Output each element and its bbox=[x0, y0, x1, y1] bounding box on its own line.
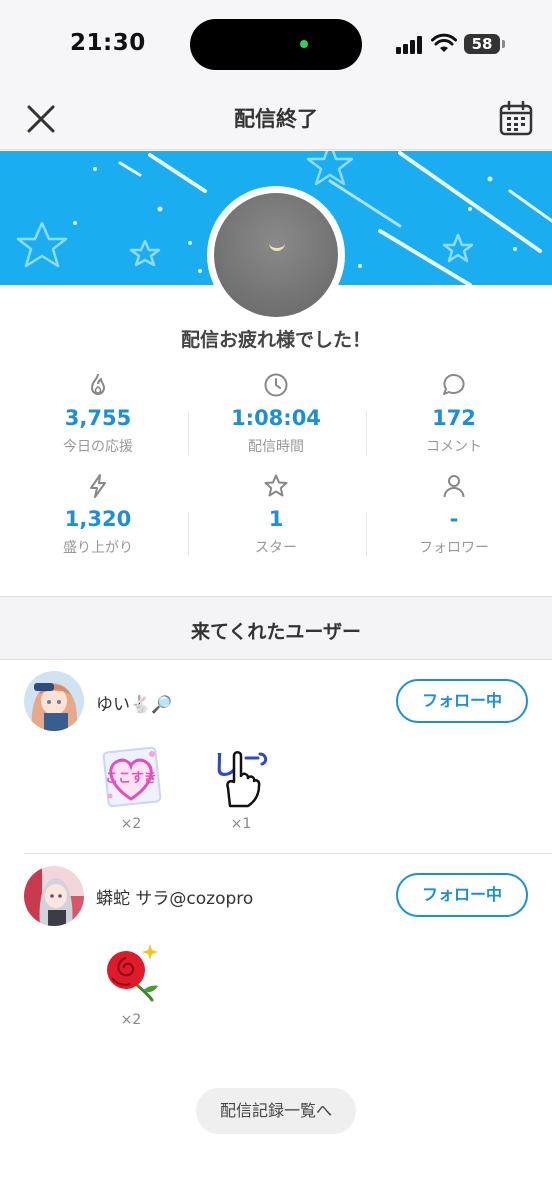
stat-followers: - フォロワー bbox=[362, 473, 546, 557]
battery-indicator: 58 bbox=[464, 34, 500, 54]
summary-message: 配信お疲れ様でした！ bbox=[180, 329, 371, 351]
page-title: 配信終了 bbox=[234, 107, 318, 131]
moon-icon bbox=[269, 243, 285, 251]
stat-value: 3,755 bbox=[64, 406, 132, 430]
bolt-icon bbox=[90, 474, 106, 498]
stat-value: 1,320 bbox=[64, 507, 132, 531]
stat-label: 配信時間 bbox=[248, 439, 304, 455]
stat-duration: 1:08:04 配信時間 bbox=[184, 372, 368, 456]
user-name[interactable]: ゆい🐇🔎 bbox=[96, 690, 172, 715]
stat-stars: 1 スター bbox=[184, 473, 368, 557]
row-divider bbox=[24, 853, 552, 854]
stat-label: 盛り上がり bbox=[63, 540, 133, 556]
flame-icon bbox=[91, 373, 105, 395]
avatar-illustration bbox=[24, 671, 84, 731]
person-icon bbox=[443, 475, 465, 498]
rose-icon bbox=[107, 944, 158, 1002]
wifi-icon bbox=[431, 33, 457, 52]
status-bar: 21:30 58 bbox=[0, 0, 552, 90]
gift-item: し ×1 bbox=[206, 744, 276, 832]
stat-label: コメント bbox=[426, 439, 482, 455]
gift-item: ×2 bbox=[96, 940, 166, 1028]
calendar-icon[interactable] bbox=[496, 98, 536, 138]
star-icon bbox=[264, 474, 288, 497]
heart-sticker-icon: ここすき bbox=[102, 746, 162, 808]
history-button[interactable]: 配信記録一覧へ bbox=[196, 1088, 356, 1134]
stat-label: フォロワー bbox=[419, 540, 489, 556]
follow-button[interactable]: フォロー中 bbox=[396, 679, 528, 723]
stat-value: - bbox=[449, 507, 459, 531]
clock-icon bbox=[264, 373, 288, 397]
stat-cheers: 3,755 今日の応援 bbox=[6, 372, 190, 456]
battery-cap bbox=[502, 40, 505, 48]
comment-icon bbox=[443, 374, 465, 395]
cellular-signal-icon bbox=[396, 36, 424, 54]
stat-value: 1 bbox=[268, 507, 284, 531]
gift-item: ここすき ×2 bbox=[96, 744, 166, 832]
shush-hand-icon: し bbox=[212, 751, 268, 808]
stat-value: 172 bbox=[432, 406, 476, 430]
camera-indicator bbox=[300, 40, 308, 48]
nav-bar: 配信終了 bbox=[0, 90, 552, 150]
user-name[interactable]: 蟒蛇 サラ@cozopro bbox=[96, 884, 253, 909]
status-time: 21:30 bbox=[70, 30, 146, 56]
stat-comments: 172 コメント bbox=[362, 372, 546, 456]
stat-label: 今日の応援 bbox=[63, 439, 133, 455]
user-avatar[interactable] bbox=[24, 671, 84, 731]
gift-count: ×1 bbox=[230, 816, 252, 832]
stat-label: スター bbox=[255, 540, 297, 556]
user-avatar[interactable] bbox=[24, 866, 84, 926]
svg-text:ここすき: ここすき bbox=[105, 771, 157, 786]
follow-button[interactable]: フォロー中 bbox=[396, 873, 528, 917]
visitors-header: 来てくれたユーザー bbox=[0, 596, 552, 660]
gift-count: ×2 bbox=[120, 1012, 142, 1028]
stat-excitement: 1,320 盛り上がり bbox=[6, 473, 190, 557]
avatar-illustration bbox=[24, 866, 84, 926]
dynamic-island bbox=[190, 19, 362, 70]
avatar bbox=[214, 193, 338, 317]
stat-value: 1:08:04 bbox=[231, 406, 321, 430]
gift-count: ×2 bbox=[120, 816, 142, 832]
section-title: 来てくれたユーザー bbox=[190, 621, 362, 643]
